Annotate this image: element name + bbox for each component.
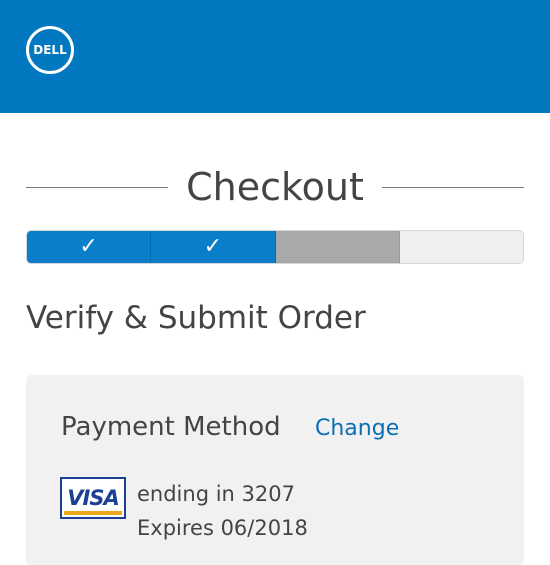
card-brand-label: VISA [67,486,119,510]
progress-step-2: ✓ [151,231,276,263]
checkmark-icon: ✓ [203,234,223,259]
card-ending-text: ending in 3207 [137,482,295,506]
card-expiry-text: Expires 06/2018 [137,516,308,540]
visa-stripe [64,511,122,515]
checkmark-icon: ✓ [79,234,98,259]
progress-step-4 [399,231,523,263]
title-divider-right [381,186,524,188]
dell-logo-icon[interactable]: DELL [26,26,74,74]
section-heading: Verify & Submit Order [26,300,366,336]
progress-step-1: ✓ [27,231,152,263]
visa-card-icon: VISA [60,477,126,519]
checkout-title-row: Checkout [26,160,524,214]
payment-method-card: Payment Method Change VISA ending in 320… [26,375,524,565]
title-divider-left [26,186,169,188]
change-payment-link[interactable]: Change [315,413,399,445]
payment-method-title: Payment Method [61,412,281,442]
app-header: DELL [0,0,550,113]
checkout-progress-bar: ✓ ✓ [26,230,524,264]
logo-text: DELL [33,43,67,57]
progress-step-3 [275,231,400,263]
page-title: Checkout [186,165,364,209]
